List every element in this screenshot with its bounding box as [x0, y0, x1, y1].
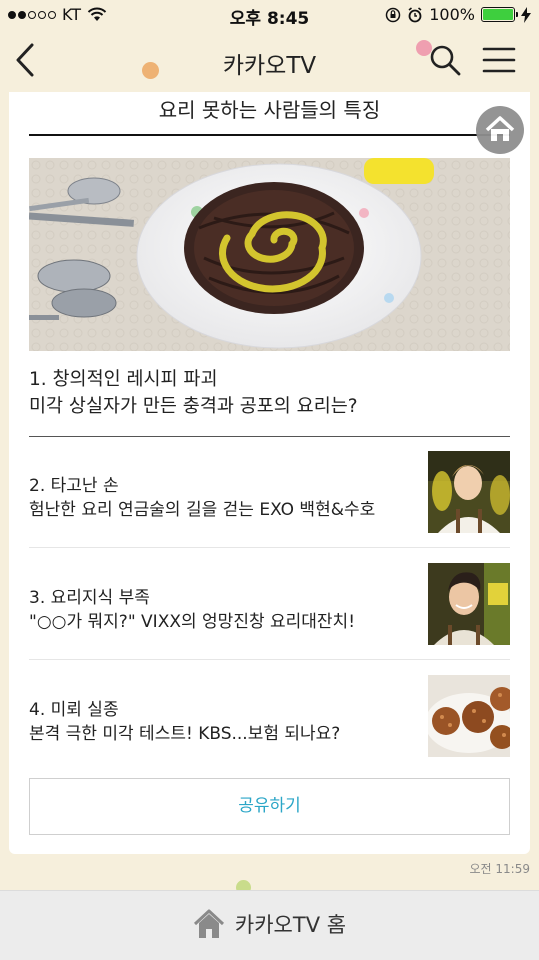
- top-nav: 카카오TV: [0, 30, 539, 92]
- home-floating-button[interactable]: [476, 106, 524, 154]
- menu-button[interactable]: [482, 46, 516, 74]
- lead-item[interactable]: 1. 창의적인 레시피 파괴 미각 상실자가 만든 충격과 공포의 요리는?: [29, 366, 510, 420]
- list-item-thumbnail: [428, 563, 510, 645]
- hamburger-menu-icon: [482, 47, 516, 73]
- bottom-home-label: 카카오TV 홈: [234, 913, 347, 937]
- status-bar: KT 오후 8:45 100%: [0, 0, 539, 30]
- divider: [29, 436, 510, 437]
- battery-percent: 100%: [429, 5, 475, 24]
- list-item[interactable]: 3. 요리지식 부족 "○○가 뭐지?" VIXX의 엉망진창 요리대잔치!: [29, 563, 510, 645]
- list-item-title: 2. 타고난 손: [29, 476, 119, 496]
- list-item-subtitle: 본격 극한 미각 테스트! KBS...보험 되나요?: [29, 724, 341, 744]
- list-item[interactable]: 2. 타고난 손 험난한 요리 연금술의 길을 걷는 EXO 백현&수호: [29, 451, 510, 533]
- content-card: 요리 못하는 사람들의 특징 1. 창의적인 레시피 파괴 미각 상실자가 만든…: [9, 92, 530, 854]
- person-thumbnail-image: [428, 563, 510, 645]
- lead-item-title: 1. 창의적인 레시피 파괴: [29, 369, 218, 390]
- battery-icon: [481, 7, 518, 22]
- divider: [29, 547, 510, 548]
- list-item-thumbnail: [428, 675, 510, 757]
- list-item-subtitle: "○○가 뭐지?" VIXX의 엉망진창 요리대잔치!: [29, 612, 356, 632]
- list-item-thumbnail: [428, 451, 510, 533]
- list-item-title: 3. 요리지식 부족: [29, 588, 150, 608]
- bottom-home-bar[interactable]: 카카오TV 홈: [0, 890, 539, 960]
- search-icon: [430, 45, 461, 76]
- list-item[interactable]: 4. 미뢰 실종 본격 극한 미각 테스트! KBS...보험 되나요?: [29, 675, 510, 757]
- bottom-home-link[interactable]: 카카오TV 홈: [0, 909, 539, 939]
- hero-image[interactable]: [29, 158, 510, 351]
- divider: [29, 659, 510, 660]
- noodle-dish-image: [29, 158, 510, 351]
- alarm-icon: [408, 6, 422, 22]
- list-item-title: 4. 미뢰 실종: [29, 700, 119, 720]
- home-icon: [485, 116, 515, 141]
- fried-balls-thumbnail-image: [428, 675, 510, 757]
- status-right: 100%: [385, 5, 531, 24]
- charging-bolt-icon: [521, 6, 531, 23]
- person-thumbnail-image: [428, 451, 510, 533]
- lead-item-subtitle: 미각 상실자가 만든 충격과 공포의 요리는?: [29, 396, 358, 417]
- home-icon: [193, 909, 224, 938]
- battery-fill: [483, 9, 513, 20]
- card-title: 요리 못하는 사람들의 특징: [29, 92, 510, 136]
- search-button[interactable]: [428, 43, 462, 77]
- list-item-subtitle: 험난한 요리 연금술의 길을 걷는 EXO 백현&수호: [29, 500, 376, 520]
- share-button[interactable]: 공유하기: [29, 778, 510, 835]
- rotation-lock-icon: [386, 7, 401, 22]
- message-timestamp: 오전 11:59: [469, 862, 530, 876]
